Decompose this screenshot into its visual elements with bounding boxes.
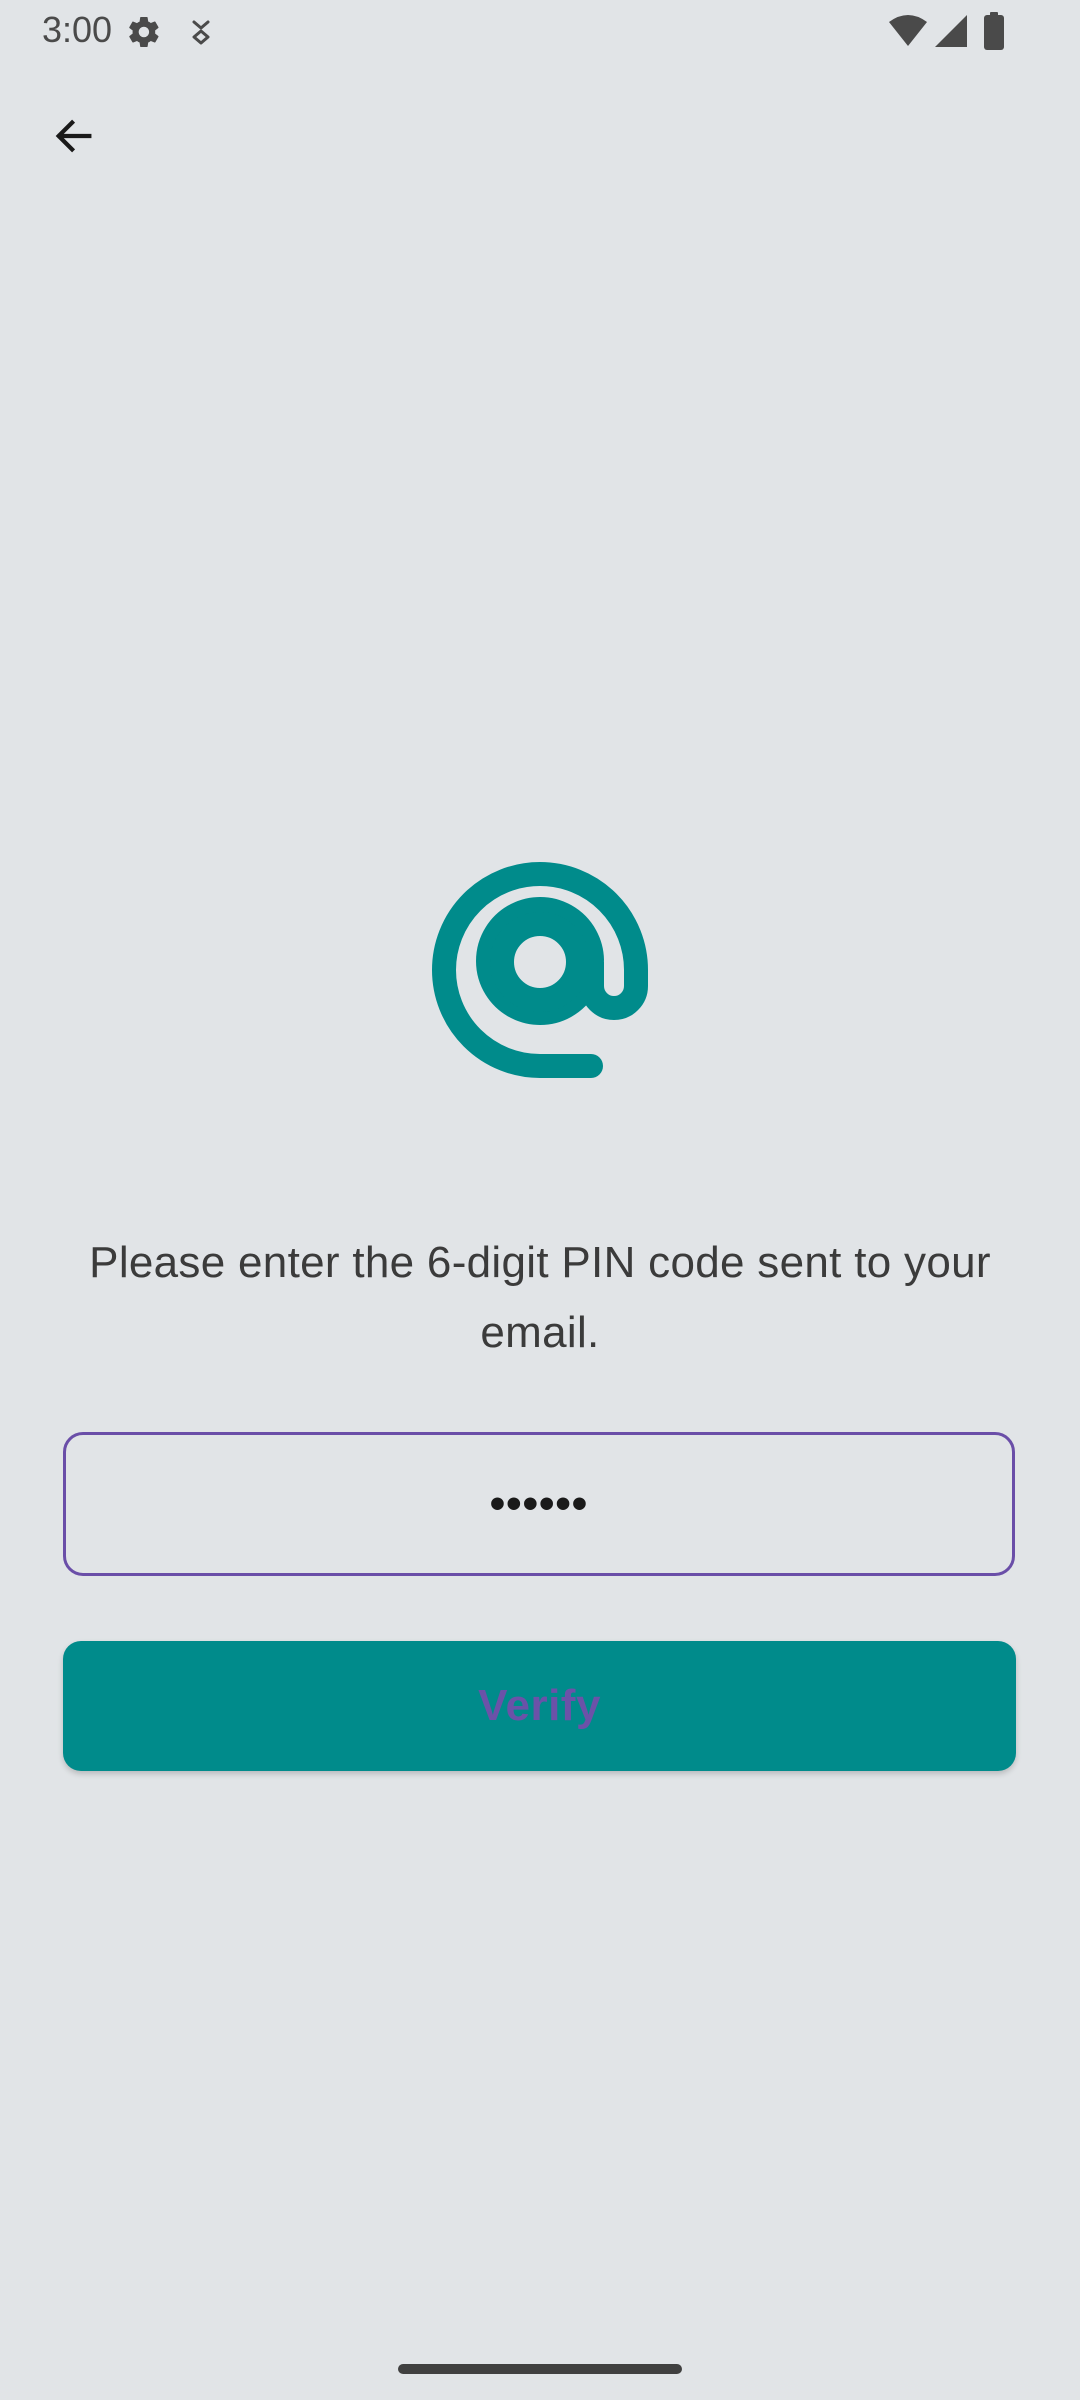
home-indicator[interactable] <box>398 2364 682 2374</box>
instructions-text: Please enter the 6-digit PIN code sent t… <box>89 1238 991 1357</box>
cellular-signal-icon <box>935 15 967 47</box>
status-time: 3:00 <box>42 9 113 50</box>
arrow-left-icon <box>55 119 92 153</box>
at-sign-icon <box>432 862 648 1078</box>
verify-button[interactable]: Verify <box>63 1641 1016 1771</box>
battery-icon <box>984 12 1004 50</box>
wifi-icon <box>889 15 927 46</box>
settings-gear-icon <box>129 16 159 48</box>
download-arrow-icon <box>192 20 210 45</box>
status-bar: 3:00 <box>0 0 1080 64</box>
pin-input-value: •••••• <box>489 1479 589 1528</box>
verify-button-label: Verify <box>478 1681 601 1730</box>
back-button[interactable] <box>28 96 120 176</box>
pin-input[interactable]: •••••• <box>63 1432 1015 1576</box>
